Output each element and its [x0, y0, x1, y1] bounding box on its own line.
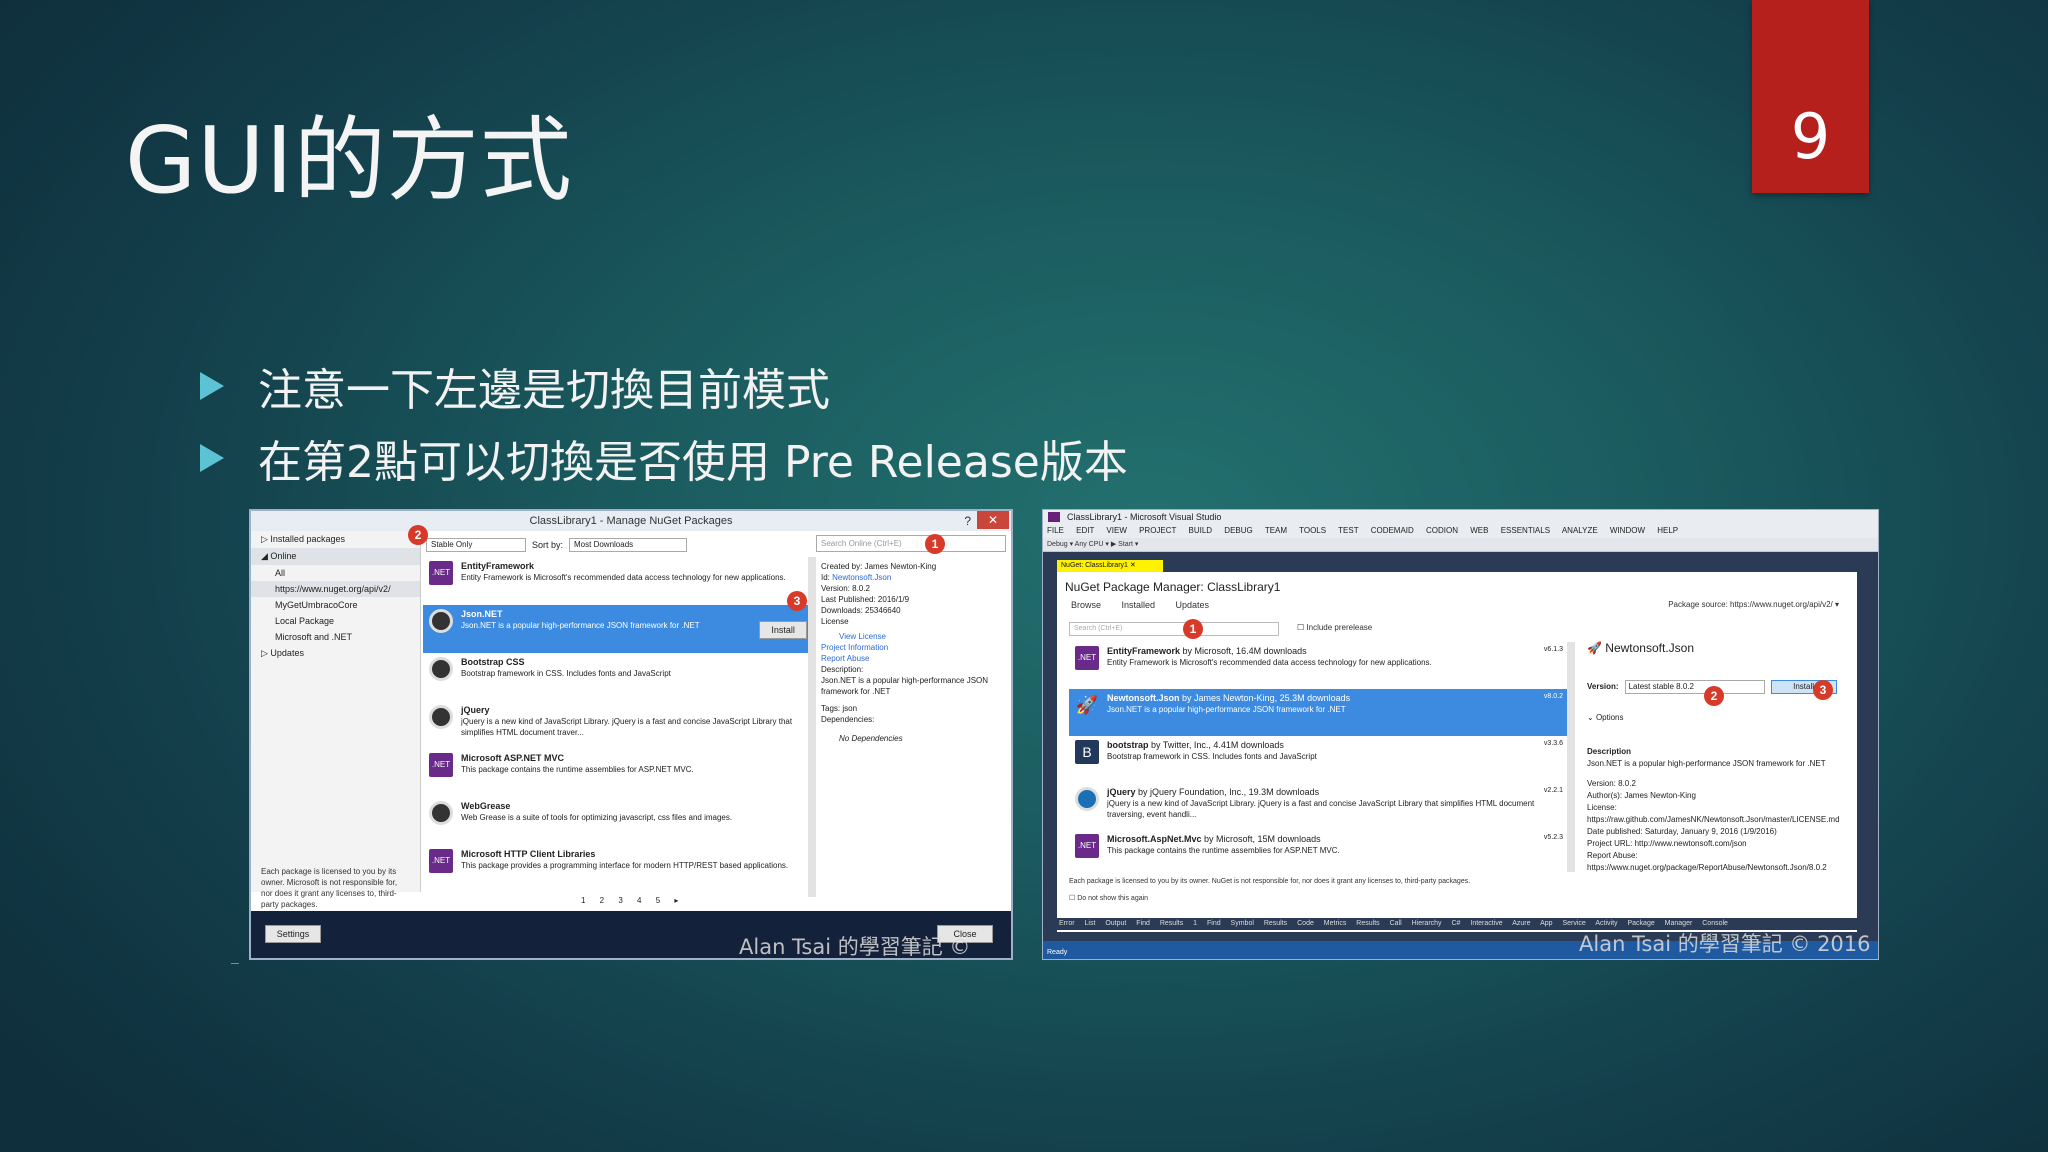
sidebar-item-all[interactable]: All: [251, 565, 420, 581]
dialog-titlebar: ClassLibrary1 - Manage NuGet Packages? ✕: [251, 511, 1011, 531]
vs-menubar[interactable]: FILE EDIT VIEW PROJECT BUILD DEBUG TEAM …: [1043, 524, 1878, 538]
step-marker-2: 2: [1704, 686, 1724, 706]
tab-nuget-document[interactable]: NuGet: ClassLibrary1 ✕: [1057, 560, 1163, 572]
sort-label: Sort by:: [532, 540, 564, 550]
stable-only-dropdown[interactable]: Stable Only: [426, 538, 526, 552]
step-marker-1: 1: [1183, 619, 1203, 639]
vs-toolbar[interactable]: Debug ▾ Any CPU ▾ ▶ Start ▾: [1043, 538, 1878, 552]
step-marker-3: 3: [787, 591, 807, 611]
license-note: Each package is licensed to you by its o…: [261, 867, 398, 909]
divider: [231, 963, 239, 964]
nuget-pane: NuGet Package Manager: ClassLibrary1 Bro…: [1057, 572, 1857, 932]
dotnet-icon: .NET: [1075, 646, 1099, 670]
page-number: 9: [1790, 100, 1831, 173]
jquery-icon: [1075, 787, 1099, 811]
left-tool-strip: [1043, 560, 1057, 920]
detail-panel: 🚀 Newtonsoft.Json Version: Latest stable …: [1587, 642, 1852, 874]
help-button[interactable]: ?: [964, 511, 971, 531]
list-item[interactable]: .NET Microsoft.AspNet.Mvc by Microsoft, 1…: [1069, 830, 1569, 877]
package-icon: [429, 705, 453, 729]
sort-dropdown[interactable]: Most Downloads: [569, 538, 688, 552]
browse-tabs[interactable]: Browse Installed Updates: [1071, 600, 1209, 610]
list-item[interactable]: .NET EntityFramework by Microsoft, 16.4M …: [1069, 642, 1569, 689]
sidebar-item-microsoft[interactable]: Microsoft and .NET: [251, 629, 420, 645]
list-item[interactable]: 🚀 Newtonsoft.Json by James Newton-King, 2…: [1069, 689, 1569, 736]
license-note: Each package is licensed to you by its o…: [1069, 878, 1471, 885]
list-scrollbar[interactable]: [1567, 642, 1575, 872]
sidebar-item-local[interactable]: Local Package: [251, 613, 420, 629]
rocket-icon: 🚀: [1587, 641, 1602, 655]
watermark: Alan Tsai 的學習筆記 © 2016: [739, 935, 971, 959]
bootstrap-icon: B: [1075, 740, 1099, 764]
dotnet-icon: .NET: [429, 849, 453, 873]
list-item[interactable]: Bootstrap CSS Bootstrap framework in CSS.…: [423, 653, 813, 701]
list-item[interactable]: Json.NET Json.NET is a popular high-perfo…: [423, 605, 813, 653]
list-item[interactable]: .NET Microsoft ASP.NET MVC This package co…: [423, 749, 813, 797]
list-item[interactable]: jQuery jQuery is a new kind of JavaScript…: [423, 701, 813, 749]
screenshot-vs2015-nuget: ClassLibrary1 - Microsoft Visual Studio …: [1042, 509, 1879, 960]
list-item[interactable]: jQuery by jQuery Foundation, Inc., 19.3M…: [1069, 783, 1569, 830]
slide-title: GUI的方式: [125, 107, 573, 214]
bullet-item: 在第2點可以切換是否使用 Pre Release版本: [200, 422, 1128, 494]
sidebar-item-myget[interactable]: MyGetUmbracoCore: [251, 597, 420, 613]
report-abuse-link[interactable]: Report Abuse: [821, 653, 1011, 664]
sidebar-item-installed[interactable]: ▷ Installed packages: [251, 531, 420, 548]
vs-logo-icon: [1048, 512, 1060, 522]
package-source-selector[interactable]: Package source: https://www.nuget.org/ap…: [1668, 600, 1839, 609]
pagination[interactable]: 1 2 3 4 5 ▸: [581, 896, 684, 905]
dotnet-icon: .NET: [429, 561, 453, 585]
dotnet-icon: .NET: [429, 753, 453, 777]
step-marker-1: 1: [925, 534, 945, 554]
bullet-text: 注意一下左邊是切換目前模式: [258, 365, 830, 416]
package-list: .NET EntityFramework by Microsoft, 16.4M …: [1069, 642, 1569, 872]
package-list: .NET EntityFramework Entity Framework is M…: [423, 557, 813, 892]
source-sidebar: ▷ Installed packages ◢ Online All https:…: [251, 531, 421, 909]
vs-titlebar: ClassLibrary1 - Microsoft Visual Studio: [1043, 510, 1878, 524]
do-not-show-checkbox[interactable]: ☐ Do not show this again: [1069, 894, 1148, 902]
filter-bar: Stable Only Sort by: Most Downloads: [426, 537, 688, 553]
right-tool-strip: [1860, 560, 1878, 920]
sidebar-item-nuget-org[interactable]: https://www.nuget.org/api/v2/: [251, 581, 420, 597]
page-number-badge: 9: [1752, 0, 1869, 193]
close-x-button[interactable]: ✕: [977, 511, 1009, 529]
include-prerelease-checkbox[interactable]: ☐ Include prerelease: [1297, 623, 1372, 632]
bullet-triangle-icon: [200, 372, 224, 400]
package-icon: [429, 609, 453, 633]
package-icon: [429, 801, 453, 825]
rocket-icon: 🚀: [1075, 695, 1099, 715]
bullet-item: 注意一下左邊是切換目前模式: [200, 350, 1128, 422]
bullet-text: 在第2點可以切換是否使用 Pre Release版本: [258, 437, 1128, 488]
step-marker-3: 3: [1813, 680, 1833, 700]
version-dropdown[interactable]: Latest stable 8.0.2: [1624, 680, 1765, 694]
dotnet-icon: .NET: [1075, 834, 1099, 858]
view-license-link[interactable]: View License: [821, 631, 1011, 642]
package-icon: [429, 657, 453, 681]
bullet-list: 注意一下左邊是切換目前模式 在第2點可以切換是否使用 Pre Release版本: [200, 350, 1128, 494]
watermark: Alan Tsai 的學習筆記 © 2016: [1579, 932, 1871, 956]
search-input[interactable]: Search Online (Ctrl+E): [816, 535, 1006, 552]
list-item[interactable]: .NET Microsoft HTTP Client Libraries This …: [423, 845, 813, 893]
package-details: Created by: James Newton-King Id: Newton…: [821, 561, 1011, 744]
screenshot-vs2013-nuget: ClassLibrary1 - Manage NuGet Packages? ✕ …: [249, 509, 1013, 960]
list-item[interactable]: Bbootstrap by Twitter, Inc., 4.41M downl…: [1069, 736, 1569, 783]
dialog-title: ClassLibrary1 - Manage NuGet Packages: [529, 515, 733, 527]
list-item[interactable]: WebGrease Web Grease is a suite of tools …: [423, 797, 813, 845]
pane-header: NuGet Package Manager: ClassLibrary1: [1065, 580, 1281, 594]
bullet-triangle-icon: [200, 444, 224, 472]
search-input[interactable]: Search (Ctrl+E): [1069, 622, 1279, 636]
list-item[interactable]: .NET EntityFramework Entity Framework is M…: [423, 557, 813, 605]
project-info-link[interactable]: Project Information: [821, 642, 1011, 653]
sidebar-item-updates[interactable]: ▷ Updates: [251, 645, 420, 662]
install-button[interactable]: Install: [759, 621, 807, 639]
list-scrollbar[interactable]: [808, 557, 816, 897]
sidebar-item-online[interactable]: ◢ Online: [251, 548, 420, 565]
settings-button[interactable]: Settings: [265, 925, 321, 943]
options-expander[interactable]: ⌄ Options: [1587, 712, 1852, 724]
step-marker-2: 2: [408, 525, 428, 545]
